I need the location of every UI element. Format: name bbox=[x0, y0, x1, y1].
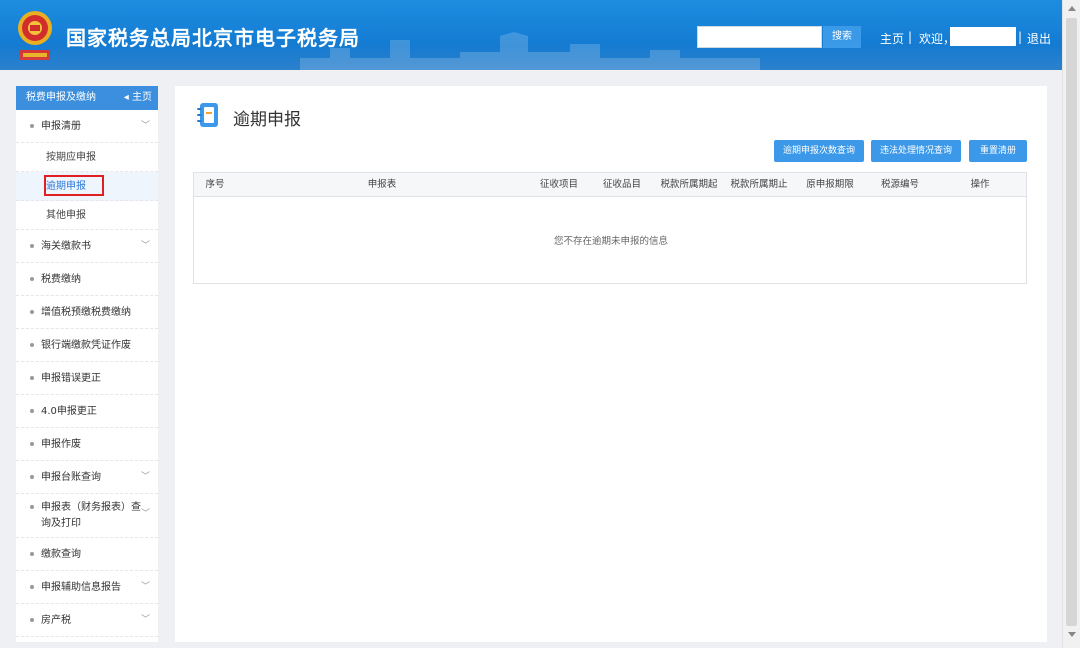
scroll-up-icon[interactable] bbox=[1068, 6, 1076, 11]
chevron-down-icon: ﹀ bbox=[140, 241, 150, 251]
sidebar-subitem-other[interactable]: 其他申报 bbox=[16, 201, 158, 230]
sidebar-item-payment-query[interactable]: 缴款查询 bbox=[16, 538, 158, 571]
bullet-icon bbox=[30, 343, 34, 347]
main-panel: 逾期申报 逾期申报次数查询 违法处理情况查询 重置清册 序号 申报表 征收项目 … bbox=[175, 86, 1047, 642]
bullet-icon bbox=[30, 376, 34, 380]
column-header: 原申报期限 bbox=[806, 179, 854, 190]
highlight-box bbox=[44, 175, 104, 196]
chevron-down-icon: ﹀ bbox=[140, 615, 150, 625]
sidebar-item-report-query[interactable]: 申报表（财务报表）查询及打印 ﹀ bbox=[16, 494, 158, 538]
overdue-count-query-button[interactable]: 逾期申报次数查询 bbox=[774, 140, 864, 162]
skyline-decoration bbox=[300, 32, 760, 70]
site-title: 国家税务总局北京市电子税务局 bbox=[66, 26, 360, 50]
home-link[interactable]: 主页 bbox=[880, 30, 904, 47]
logout-link[interactable]: 退出 bbox=[1027, 30, 1051, 47]
column-header: 序号 bbox=[205, 179, 225, 190]
bullet-icon bbox=[30, 618, 34, 622]
column-header: 征收项目 bbox=[539, 179, 578, 190]
sidebar-subitem-overdue[interactable]: 逾期申报 bbox=[16, 172, 158, 201]
nav-separator: | bbox=[908, 30, 913, 44]
top-banner: 国家税务总局北京市电子税务局 搜索 主页 | 欢迎， | 退出 bbox=[0, 0, 1062, 70]
sidebar-title: 税费申报及缴纳 bbox=[26, 92, 96, 103]
bullet-icon bbox=[30, 310, 34, 314]
chevron-down-icon: ﹀ bbox=[140, 472, 150, 482]
column-header: 税款所属期起 bbox=[660, 179, 718, 190]
sidebar-item-tax-payment[interactable]: 税费缴纳 bbox=[16, 263, 158, 296]
bullet-icon bbox=[30, 442, 34, 446]
sidebar-item-aux-report[interactable]: 申报辅助信息报告 ﹀ bbox=[16, 571, 158, 604]
search-input[interactable] bbox=[697, 26, 822, 48]
sidebar: 税费申报及缴纳 ◂ 主页 申报清册 ﹀ 按期应申报 逾期申报 其他申报 海关缴款… bbox=[16, 86, 158, 642]
sidebar-item-bank-voucher[interactable]: 银行端缴款凭证作废 bbox=[16, 329, 158, 362]
bullet-icon bbox=[30, 277, 34, 281]
scroll-down-icon[interactable] bbox=[1068, 632, 1076, 637]
empty-table-message: 您不存在逾期未申报的信息 bbox=[553, 236, 668, 247]
bullet-icon bbox=[30, 409, 34, 413]
column-header: 操作 bbox=[970, 179, 990, 190]
chevron-down-icon: ﹀ bbox=[140, 509, 150, 519]
notebook-icon bbox=[197, 103, 218, 127]
overdue-table: 序号 申报表 征收项目 征收品目 税款所属期起 税款所属期止 原申报期限 税源编… bbox=[193, 172, 1027, 284]
violation-query-button[interactable]: 违法处理情况查询 bbox=[871, 140, 961, 162]
sidebar-item-ledger[interactable]: 申报台账查询 ﹀ bbox=[16, 461, 158, 494]
bullet-icon bbox=[30, 505, 34, 509]
chevron-down-icon: ﹀ bbox=[140, 121, 150, 131]
chevron-down-icon: ﹀ bbox=[140, 582, 150, 592]
column-header: 税源编号 bbox=[880, 179, 919, 190]
page-title: 逾期申报 bbox=[233, 110, 301, 130]
table-header: 序号 申报表 征收项目 征收品目 税款所属期起 税款所属期止 原申报期限 税源编… bbox=[194, 173, 1026, 197]
sidebar-home-link[interactable]: ◂ 主页 bbox=[124, 86, 152, 110]
nav-separator: | bbox=[1018, 30, 1023, 44]
bullet-icon bbox=[30, 124, 34, 128]
username-field bbox=[950, 27, 1016, 46]
bullet-icon bbox=[30, 475, 34, 479]
sidebar-item-property-tax[interactable]: 房产税 ﹀ bbox=[16, 604, 158, 637]
sidebar-item-vat-prepay[interactable]: 增值税预缴税费缴纳 bbox=[16, 296, 158, 329]
bullet-icon bbox=[30, 552, 34, 556]
sidebar-header: 税费申报及缴纳 ◂ 主页 bbox=[16, 86, 158, 110]
sidebar-item-correction[interactable]: 申报错误更正 bbox=[16, 362, 158, 395]
column-header: 税款所属期止 bbox=[730, 179, 788, 190]
vertical-scrollbar[interactable] bbox=[1062, 0, 1080, 648]
column-header: 申报表 bbox=[367, 179, 397, 190]
back-arrow-icon: ◂ bbox=[123, 92, 132, 103]
sidebar-subitem-scheduled[interactable]: 按期应申报 bbox=[16, 143, 158, 172]
search-button[interactable]: 搜索 bbox=[823, 26, 861, 48]
scrollbar-thumb[interactable] bbox=[1066, 18, 1077, 626]
sidebar-item-declaration-list[interactable]: 申报清册 ﹀ bbox=[16, 110, 158, 143]
column-header: 征收品目 bbox=[602, 179, 641, 190]
sidebar-item-customs[interactable]: 海关缴款书 ﹀ bbox=[16, 230, 158, 263]
sidebar-item-correction-4[interactable]: 4.0申报更正 bbox=[16, 395, 158, 428]
bullet-icon bbox=[30, 585, 34, 589]
bullet-icon bbox=[30, 244, 34, 248]
sidebar-item-void[interactable]: 申报作废 bbox=[16, 428, 158, 461]
reset-list-button[interactable]: 重置清册 bbox=[969, 140, 1027, 162]
tax-emblem-icon bbox=[18, 11, 52, 60]
